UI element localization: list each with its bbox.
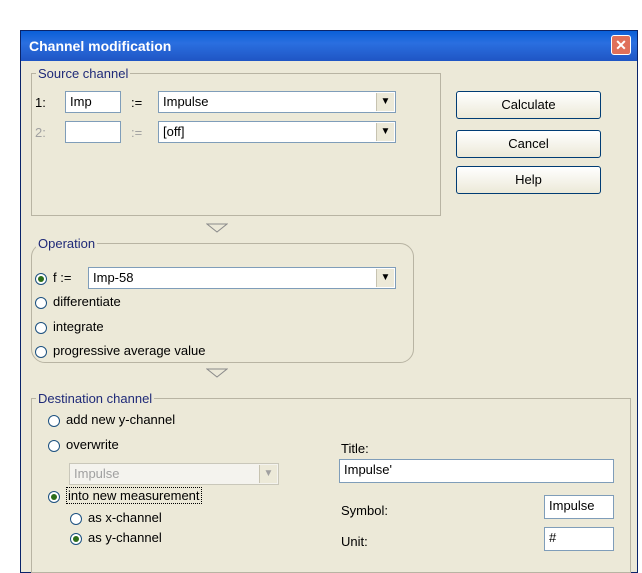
source-channel-1-value: Impulse: [163, 94, 209, 109]
progressive-average-label[interactable]: progressive average value: [53, 343, 205, 358]
source-channel-2-value: [off]: [163, 124, 185, 139]
flow-arrow-icon: [206, 368, 228, 378]
formula-select[interactable]: Imp-58 ▼: [88, 267, 396, 289]
as-x-channel-label[interactable]: as x-channel: [88, 510, 162, 525]
into-new-measurement-label[interactable]: into new measurement: [66, 487, 202, 504]
overwrite-radio[interactable]: [48, 440, 60, 452]
as-x-channel-radio[interactable]: [70, 513, 82, 525]
destination-channel-legend: Destination channel: [38, 391, 153, 406]
close-icon[interactable]: ✕: [611, 35, 631, 55]
chevron-down-icon[interactable]: ▼: [376, 123, 394, 141]
unit-label: Unit:: [341, 534, 368, 549]
source-channel-1-select[interactable]: Impulse ▼: [158, 91, 396, 113]
formula-radio[interactable]: [35, 273, 47, 285]
overwrite-label[interactable]: overwrite: [66, 437, 119, 452]
screenshot-frame: Channel modification ✕ Source channel 1:…: [0, 0, 642, 573]
symbol-label: Symbol:: [341, 503, 388, 518]
source-row1-index: 1:: [35, 95, 46, 110]
differentiate-radio[interactable]: [35, 297, 47, 309]
formula-prefix: f :=: [53, 270, 72, 285]
flow-arrow-icon: [206, 223, 228, 233]
source-channel-1-input[interactable]: Imp: [65, 91, 121, 113]
unit-input[interactable]: #: [544, 527, 614, 551]
operation-legend: Operation: [38, 236, 96, 251]
source-row2-index: 2:: [35, 125, 46, 140]
source-row1-assign: :=: [131, 95, 143, 110]
add-new-y-channel-radio[interactable]: [48, 415, 60, 427]
channel-modification-dialog: Channel modification ✕ Source channel 1:…: [20, 30, 638, 573]
overwrite-select: Impulse ▼: [69, 463, 279, 485]
differentiate-label[interactable]: differentiate: [53, 294, 121, 309]
chevron-down-icon[interactable]: ▼: [376, 93, 394, 111]
window-title: Channel modification: [29, 38, 172, 54]
progressive-average-radio[interactable]: [35, 346, 47, 358]
into-new-measurement-radio[interactable]: [48, 491, 60, 503]
cancel-button[interactable]: Cancel: [456, 130, 601, 158]
source-channel-legend: Source channel: [38, 66, 129, 81]
calculate-button[interactable]: Calculate: [456, 91, 601, 119]
chevron-down-icon[interactable]: ▼: [376, 269, 394, 287]
overwrite-select-value: Impulse: [74, 466, 120, 481]
title-input[interactable]: Impulse': [339, 459, 614, 483]
source-row2-assign: :=: [131, 125, 143, 140]
title-label: Title:: [341, 441, 369, 456]
integrate-radio[interactable]: [35, 322, 47, 334]
symbol-input[interactable]: Impulse: [544, 495, 614, 519]
formula-value: Imp-58: [93, 270, 134, 285]
source-channel-2-select[interactable]: [off] ▼: [158, 121, 396, 143]
integrate-label[interactable]: integrate: [53, 319, 104, 334]
title-bar: Channel modification ✕: [21, 31, 637, 61]
add-new-y-channel-label[interactable]: add new y-channel: [66, 412, 175, 427]
as-y-channel-label[interactable]: as y-channel: [88, 530, 162, 545]
as-y-channel-radio[interactable]: [70, 533, 82, 545]
help-button[interactable]: Help: [456, 166, 601, 194]
chevron-down-icon: ▼: [259, 465, 277, 483]
source-channel-2-input[interactable]: [65, 121, 121, 143]
